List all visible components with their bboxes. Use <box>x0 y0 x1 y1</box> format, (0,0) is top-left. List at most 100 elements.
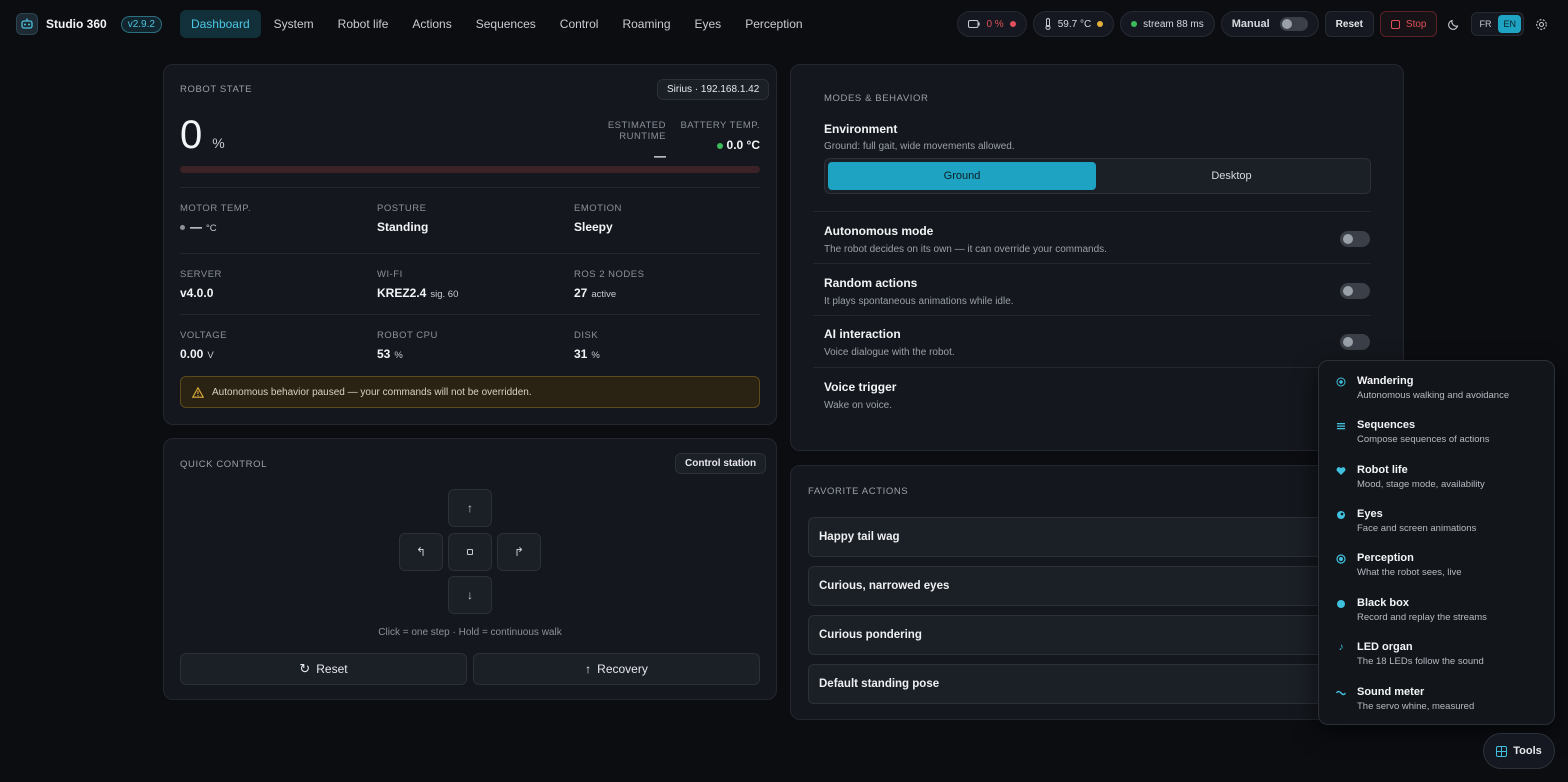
arrow-up-icon: ↑ <box>467 501 473 515</box>
lang-en[interactable]: EN <box>1498 15 1521 33</box>
metrics-row-2: SERVER v4.0.0 WI-FI KREZ2.4 sig. 60 ROS 2… <box>180 269 760 300</box>
divider <box>813 263 1371 264</box>
nav-roaming[interactable]: Roaming <box>611 10 681 38</box>
tool-title: Black box <box>1357 597 1409 609</box>
stop-button[interactable]: Stop <box>1379 11 1438 37</box>
warning-icon <box>192 386 204 398</box>
nav-perception[interactable]: Perception <box>734 10 813 38</box>
motor-temp-dot <box>180 225 185 231</box>
tool-eyes[interactable]: Eyes Face and screen animations <box>1336 508 1541 534</box>
metric-value: Standing <box>377 220 429 234</box>
metric-unit: % <box>394 350 403 361</box>
reset-button[interactable]: Reset <box>1324 11 1374 37</box>
emotion-metric: EMOTION Sleepy <box>574 203 760 234</box>
nav-control[interactable]: Control <box>549 10 610 38</box>
tool-robot-life[interactable]: Robot life Mood, stage mode, availabilit… <box>1336 464 1541 490</box>
reset-pose-button[interactable]: ↻ Reset <box>180 653 467 685</box>
arrow-down-icon: ↓ <box>467 588 473 602</box>
nav-robot-life[interactable]: Robot life <box>327 10 400 38</box>
thermometer-icon <box>1045 18 1051 30</box>
tool-title: Sequences <box>1357 419 1416 431</box>
nav-sequences[interactable]: Sequences <box>465 10 547 38</box>
metric-value: 31 <box>574 347 588 361</box>
metric-value: 27 <box>574 286 588 300</box>
recovery-button[interactable]: ↑ Recovery <box>473 653 760 685</box>
metric-value-row: 0.00 V <box>180 347 377 361</box>
alert-text: Autonomous behavior paused — your comman… <box>212 386 532 398</box>
record-icon <box>1336 599 1346 609</box>
ai-interaction-row: AI interaction Voice dialogue with the r… <box>824 327 1370 358</box>
arrow-up-icon: ↑ <box>585 662 592 676</box>
main-nav: Dashboard System Robot life Actions Sequ… <box>179 10 814 38</box>
tool-black-box[interactable]: Black box Record and replay the streams <box>1336 597 1541 623</box>
tool-wandering[interactable]: Wandering Autonomous walking and avoidan… <box>1336 375 1541 401</box>
environment-segmented: Ground Desktop <box>824 158 1371 194</box>
robot-chip[interactable]: Sirius · 192.168.1.42 <box>657 79 770 100</box>
tools-menu: Wandering Autonomous walking and avoidan… <box>1318 360 1555 725</box>
random-actions-row: Random actions It plays spontaneous anim… <box>824 276 1370 307</box>
battery-icon <box>968 20 981 28</box>
favorite-action-item[interactable]: Curious, narrowed eyes <box>808 566 1348 606</box>
favorite-action-item[interactable]: Default standing pose <box>808 664 1348 704</box>
runtime-label: ESTIMATED RUNTIME <box>607 120 666 142</box>
move-forward-button[interactable]: ↑ <box>448 489 492 527</box>
metric-label: SERVER <box>180 269 222 280</box>
tool-sequences[interactable]: Sequences Compose sequences of actions <box>1336 419 1541 445</box>
tool-title: LED organ <box>1357 641 1413 653</box>
lang-fr[interactable]: FR <box>1474 15 1496 33</box>
favorite-action-item[interactable]: Happy tail wag <box>808 517 1348 557</box>
voice-trigger-row: Voice trigger Wake on voice. <box>824 380 1370 411</box>
ros-nodes-metric: ROS 2 NODES 27 active <box>574 269 760 300</box>
tool-desc: Record and replay the streams <box>1357 612 1487 623</box>
tool-title: Sound meter <box>1357 686 1425 698</box>
manual-toggle[interactable] <box>1279 17 1308 31</box>
tools-button[interactable]: Tools <box>1483 733 1555 769</box>
turn-left-button[interactable]: ↰ <box>399 533 443 571</box>
version-badge: v2.9.2 <box>120 15 162 33</box>
metric-label: WI-FI <box>377 269 403 280</box>
ai-interaction-toggle[interactable] <box>1340 334 1370 350</box>
move-backward-button[interactable]: ↓ <box>448 576 492 614</box>
control-station-button[interactable]: Control station <box>675 453 767 474</box>
tool-desc: The servo whine, measured <box>1357 701 1475 712</box>
tool-perception[interactable]: Perception What the robot sees, live <box>1336 552 1541 578</box>
env-desktop-option[interactable]: Desktop <box>1096 162 1367 190</box>
cpu-metric: ROBOT CPU 53% <box>377 330 574 361</box>
turn-right-button[interactable]: ↱ <box>497 533 541 571</box>
recovery-label: Recovery <box>597 662 648 676</box>
random-actions-toggle[interactable] <box>1340 283 1370 299</box>
mode-desc: The robot decides on its own — it can ov… <box>824 244 1107 255</box>
metric-label: POSTURE <box>377 203 427 214</box>
favorite-action-item[interactable]: Curious pondering <box>808 615 1348 655</box>
stop-label: Stop <box>1405 18 1427 30</box>
robot-logo-icon <box>16 13 38 35</box>
settings-button[interactable] <box>1530 13 1552 35</box>
nav-system[interactable]: System <box>263 10 325 38</box>
mode-desc: Wake on voice. <box>824 400 892 411</box>
mode-pill[interactable]: Manual <box>1220 11 1319 37</box>
theme-toggle[interactable] <box>1443 13 1465 35</box>
tool-sound-meter[interactable]: Sound meter The servo whine, measured <box>1335 686 1541 712</box>
battery-percent-unit: % <box>212 135 225 151</box>
environment-row: Environment Ground: full gait, wide move… <box>824 122 1370 152</box>
tool-desc: Compose sequences of actions <box>1357 434 1490 445</box>
nav-actions[interactable]: Actions <box>401 10 462 38</box>
mode-label: Manual <box>1231 18 1270 30</box>
square-icon <box>467 549 473 555</box>
autonomous-mode-toggle[interactable] <box>1340 231 1370 247</box>
stop-center-button[interactable] <box>448 533 492 571</box>
battery-progress-bar <box>180 166 760 173</box>
battery-temp-row: 0.0 °C <box>680 138 760 152</box>
metric-value: Sleepy <box>574 220 613 234</box>
modes-title: MODES & BEHAVIOR <box>824 93 929 104</box>
nav-eyes[interactable]: Eyes <box>684 10 733 38</box>
divider <box>813 367 1371 368</box>
env-ground-option[interactable]: Ground <box>828 162 1096 190</box>
app-name: Studio 360 <box>46 17 107 31</box>
nav-dashboard[interactable]: Dashboard <box>179 10 261 38</box>
tool-led-organ[interactable]: ♪ LED organ The 18 LEDs follow the sound <box>1336 641 1541 667</box>
language-switch: FR EN <box>1471 12 1524 36</box>
runtime-block: ESTIMATED RUNTIME — <box>566 120 666 163</box>
gear-icon <box>1535 18 1547 30</box>
quick-control-card: QUICK CONTROL Control station ↑ ↰ ↱ ↓ Cl… <box>163 438 777 700</box>
